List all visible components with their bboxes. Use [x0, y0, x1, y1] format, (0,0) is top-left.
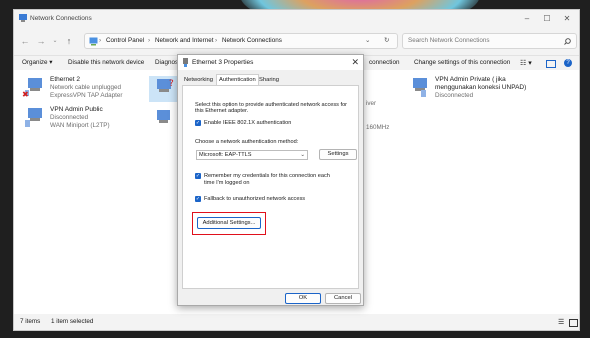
partial-speed-text: 160MHz [366, 124, 390, 131]
svg-text:✖: ✖ [22, 90, 29, 98]
address-bar[interactable]: › Control Panel › Network and Internet ›… [84, 33, 398, 49]
organize-menu[interactable]: Organize ▾ [22, 59, 52, 66]
ok-button[interactable]: OK [285, 293, 321, 304]
remember-credentials-label-line-2: time I'm logged on [204, 180, 250, 186]
connection-adapter: WAN Miniport (L2TP) [50, 122, 110, 129]
maximize-button[interactable]: ☐ [537, 13, 557, 25]
window-title: Network Connections [30, 15, 92, 22]
breadcrumb-separator: › [99, 37, 102, 44]
item-count: 7 items [20, 318, 41, 325]
close-window-button[interactable]: ✕ [557, 13, 577, 25]
tab-sharing[interactable]: Sharing [257, 75, 281, 85]
auth-method-value: Microsoft: EAP-TTLS [199, 152, 252, 158]
help-icon[interactable]: ? [564, 59, 572, 67]
minimize-button[interactable]: – [517, 13, 537, 25]
search-icon [564, 38, 571, 45]
back-arrow-icon[interactable]: ← [20, 36, 30, 46]
close-icon[interactable]: ✕ [351, 57, 359, 68]
connection-name: VPN Admin Public [50, 106, 103, 113]
breadcrumb-network-connections[interactable]: Network Connections [222, 37, 282, 44]
network-adapter-icon[interactable] [152, 108, 174, 130]
change-settings-button[interactable]: Change settings of this connection [414, 59, 510, 66]
network-connections-icon [19, 14, 27, 22]
breadcrumb-separator: › [215, 37, 218, 44]
up-arrow-icon[interactable]: ↑ [64, 36, 74, 46]
connection-status: Network cable unplugged [50, 84, 122, 91]
address-dropdown-chevron-icon[interactable]: ⌄ [365, 37, 370, 44]
enable-8021x-checkbox[interactable]: ✓ [195, 120, 201, 126]
choose-method-label: Choose a network authentication method: [195, 139, 299, 145]
connection-item-ethernet-2[interactable]: ✖ Ethernet 2 Network cable unplugged Exp… [22, 76, 142, 102]
network-adapter-icon: ✖ [22, 78, 42, 98]
tab-networking[interactable]: Networking [182, 75, 215, 85]
recent-locations-chevron-icon[interactable]: ⌄ [50, 36, 60, 46]
connection-item-vpn-admin-public[interactable]: VPN Admin Public Disconnected WAN Minipo… [22, 106, 142, 132]
remember-credentials-checkbox[interactable]: ✓ [195, 173, 201, 179]
selection-count: 1 item selected [51, 318, 94, 325]
connection-status: Disconnected [435, 92, 474, 99]
connection-item-vpn-admin-private[interactable]: VPN Admin Private ( jika menggunakan kon… [407, 76, 567, 102]
rename-connection-button[interactable]: connection [369, 59, 399, 66]
details-view-icon[interactable]: ☰ [558, 318, 564, 326]
intro-text-line-2: this Ethernet adapter. [195, 108, 249, 114]
preview-pane-icon[interactable] [546, 60, 556, 68]
ethernet-adapter-icon [183, 58, 188, 67]
fallback-checkbox[interactable]: ✓ [195, 196, 201, 202]
enable-8021x-label: Enable IEEE 802.1X authentication [204, 120, 292, 126]
view-options-icon[interactable]: ☷ ▾ [520, 59, 532, 67]
connection-adapter: ExpressVPN TAP Adapter [50, 92, 123, 99]
partial-adapter-text: iver [366, 100, 377, 107]
connection-status: Disconnected [50, 114, 89, 121]
auth-method-select[interactable]: Microsoft: EAP-TTLS ⌄ [196, 150, 308, 160]
ethernet-properties-dialog: Ethernet 3 Properties ✕ Networking Authe… [177, 54, 364, 306]
breadcrumb-control-panel[interactable]: Control Panel [106, 37, 144, 44]
connection-name: Ethernet 2 [50, 76, 80, 83]
svg-text:?: ? [169, 79, 174, 89]
status-bar: 7 items 1 item selected ☰ [14, 314, 579, 330]
remember-credentials-label-line-1: Remember my credentials for this connect… [204, 173, 330, 179]
control-panel-icon [89, 37, 98, 46]
vpn-connection-icon [413, 78, 427, 97]
forward-arrow-icon[interactable]: → [36, 36, 46, 46]
large-icons-view-icon[interactable] [569, 319, 578, 327]
address-row: ← → ⌄ ↑ › Control Panel › Network and In… [14, 31, 579, 53]
additional-settings-button[interactable]: Additional Settings... [197, 217, 261, 229]
search-box[interactable]: Search Network Connections [402, 33, 577, 49]
vpn-connection-icon [25, 108, 42, 127]
breadcrumb-network-internet[interactable]: Network and Internet [155, 37, 213, 44]
title-bar: Network Connections – ☐ ✕ [14, 10, 579, 28]
settings-button[interactable]: Settings [319, 149, 357, 160]
connection-name-continued: menggunakan koneksi UNPAD) [435, 84, 527, 91]
cancel-button[interactable]: Cancel [325, 293, 361, 304]
diagnose-button[interactable]: Diagnos [155, 59, 178, 66]
refresh-icon[interactable]: ↻ [384, 37, 389, 44]
breadcrumb-separator: › [148, 37, 151, 44]
dialog-title-bar: Ethernet 3 Properties ✕ [178, 55, 363, 70]
chevron-down-icon: ⌄ [300, 152, 305, 158]
connection-name: VPN Admin Private ( jika [435, 76, 506, 83]
fallback-label: Fallback to unauthorized network access [204, 196, 306, 202]
selected-ethernet-3-icon[interactable]: ? [149, 76, 177, 102]
disable-device-button[interactable]: Disable this network device [68, 59, 144, 66]
authentication-panel: Select this option to provide authentica… [182, 85, 359, 289]
search-placeholder: Search Network Connections [408, 37, 490, 44]
dialog-title: Ethernet 3 Properties [192, 59, 254, 66]
